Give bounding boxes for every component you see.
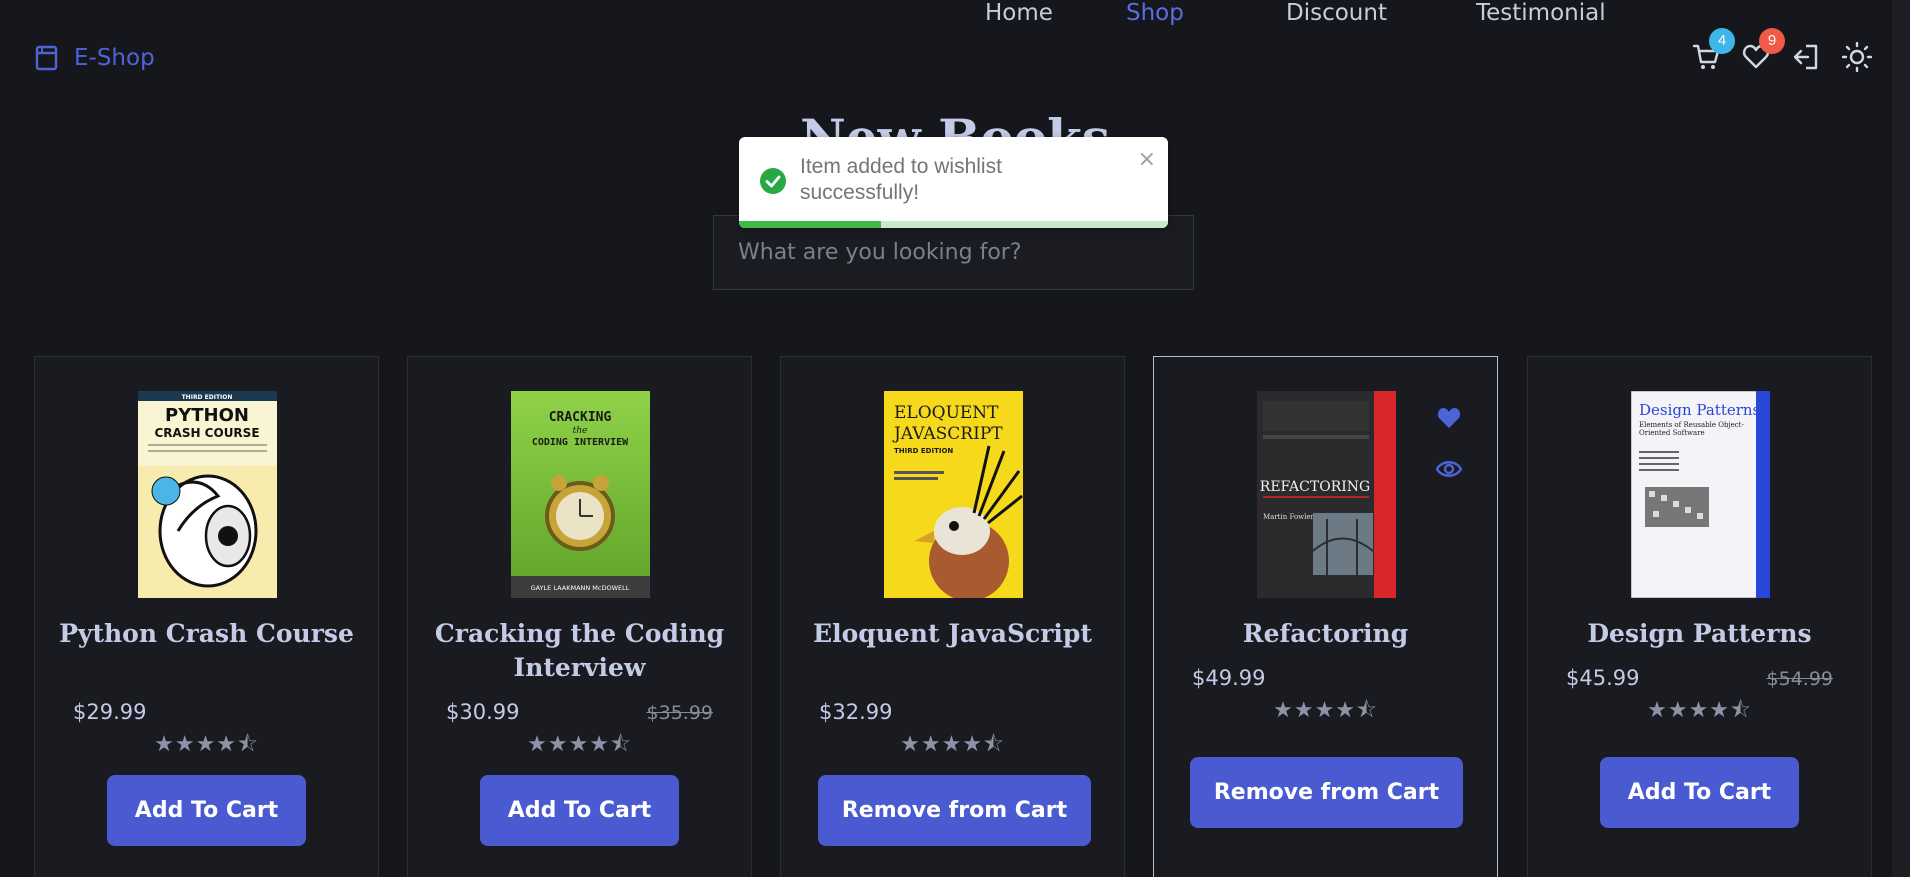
book-cover-image: ELOQUENT JAVASCRIPT THIRD EDITION [884,391,1023,598]
eye-icon[interactable] [1436,458,1462,480]
book-cover-image: REFACTORING Martin Fowler [1257,391,1396,598]
product-title[interactable]: Design Patterns [1548,617,1851,651]
cover-edition: THIRD EDITION [182,394,233,401]
check-circle-icon [760,168,786,194]
cover-line2: JAVASCRIPT [892,424,1003,444]
theme-toggle-button[interactable] [1841,41,1873,76]
book-cover-image: CRACKING the CODING INTERVIEW GAYLE LAAK… [511,391,650,598]
rating-stars: ★★★★⯪ [1273,698,1378,723]
cart-button[interactable]: 4 [1692,28,1735,76]
toast-message: Item added to wishlist successfully! [800,155,1002,204]
wishlist-button[interactable]: 9 [1742,28,1785,76]
cover-line1: REFACTORING [1260,479,1370,495]
book-cover-image: THIRD EDITION PYTHON CRASH COURSE [138,391,277,598]
product-price: $30.99 [446,700,520,724]
add-to-cart-button[interactable]: Add To Cart [1600,757,1799,828]
logout-button[interactable] [1792,42,1820,76]
toast-progress-bar [739,221,881,228]
cover-author: GAYLE LAAKMANN McDOWELL [531,584,630,592]
product-old-price: $54.99 [1766,668,1833,690]
toast-notification: Item added to wishlist successfully! × [739,137,1168,228]
nav-link-home[interactable]: Home [985,0,1053,26]
product-price: $49.99 [1192,666,1266,690]
product-card[interactable]: REFACTORING Martin Fowler Refactoring $4… [1153,356,1498,877]
cover-line1: ELOQUENT [894,403,999,423]
cover-line2: the [573,426,588,436]
add-to-cart-button[interactable]: Add To Cart [107,775,306,846]
product-price: $32.99 [819,700,893,724]
remove-from-cart-button[interactable]: Remove from Cart [1190,757,1463,828]
cover-edition: THIRD EDITION [894,447,953,455]
product-title[interactable]: Python Crash Course [55,617,358,651]
nav-link-discount[interactable]: Discount [1286,0,1387,26]
product-card[interactable]: ELOQUENT JAVASCRIPT THIRD EDITION Eloque… [780,356,1125,877]
cover-line2: Elements of Reusable Object-Oriented Sof… [1639,421,1744,437]
rating-stars: ★★★★⯪ [900,732,1005,757]
product-price: $29.99 [73,700,147,724]
product-card[interactable]: CRACKING the CODING INTERVIEW GAYLE LAAK… [407,356,752,877]
product-price: $45.99 [1566,666,1640,690]
book-cover-image: Design Patterns Elements of Reusable Obj… [1631,391,1770,598]
brand-logo[interactable]: E-Shop [34,44,155,72]
rating-stars: ★★★★⯪ [527,732,632,757]
remove-from-cart-button[interactable]: Remove from Cart [818,775,1091,846]
product-title[interactable]: Refactoring [1174,617,1477,651]
navbar: E-Shop Home Shop Discount Testimonial 4 … [0,0,1892,115]
product-card[interactable]: Design Patterns Elements of Reusable Obj… [1527,356,1872,877]
product-title[interactable]: Eloquent JavaScript [801,617,1104,651]
logout-icon [1793,44,1818,70]
add-to-cart-button[interactable]: Add To Cart [480,775,679,846]
cover-line2: CRASH COURSE [154,426,259,440]
brand-name: E-Shop [74,45,155,71]
cover-line1: Design Patterns [1639,401,1760,419]
nav-link-shop[interactable]: Shop [1126,0,1184,26]
product-old-price: $35.99 [646,702,713,724]
sun-icon [1841,41,1873,73]
cover-line1: PYTHON [165,405,249,426]
book-icon [35,45,58,71]
rating-stars: ★★★★⯪ [1647,698,1752,723]
cover-line3: CODING INTERVIEW [532,437,629,448]
nav-link-testimonial[interactable]: Testimonial [1476,0,1606,26]
cover-line1: CRACKING [549,410,612,425]
cart-count-badge: 4 [1709,28,1735,54]
close-icon[interactable]: × [1138,147,1156,172]
wishlist-count-badge: 9 [1759,28,1785,54]
product-card[interactable]: THIRD EDITION PYTHON CRASH COURSE Python… [34,356,379,877]
cover-author: Martin Fowler [1263,513,1315,521]
rating-stars: ★★★★⯪ [154,732,259,757]
heart-filled-icon[interactable] [1436,405,1462,431]
product-title[interactable]: Cracking the Coding Interview [428,617,731,685]
